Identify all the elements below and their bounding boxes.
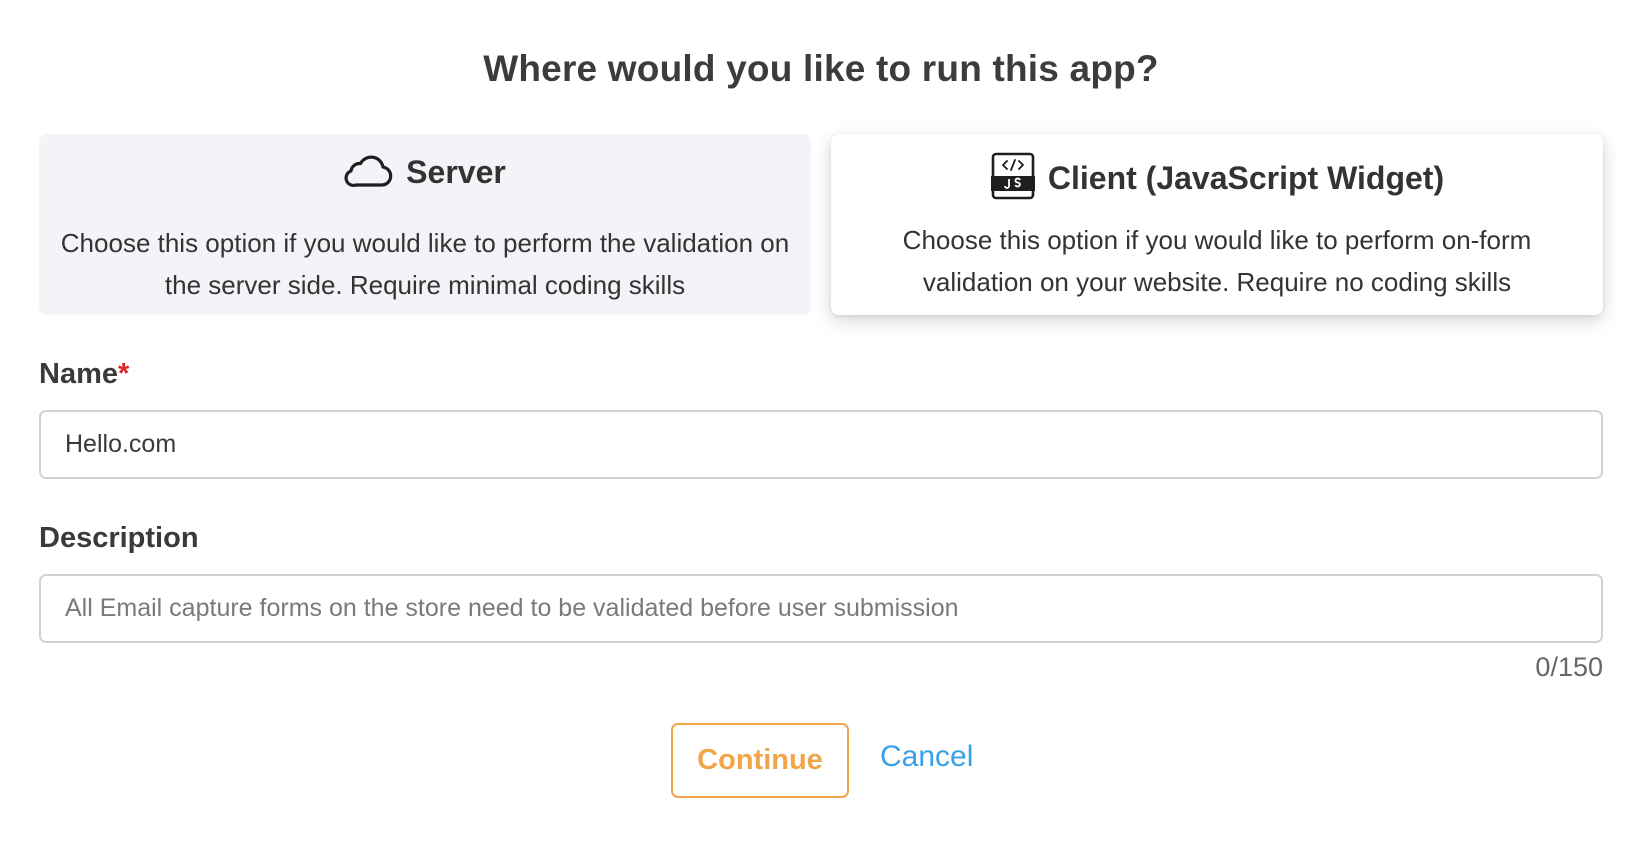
client-option-header: Client (JavaScript Widget): [831, 152, 1603, 205]
description-char-count: 0/150: [1535, 652, 1603, 682]
client-option-card[interactable]: Client (JavaScript Widget) Choose this o…: [831, 134, 1603, 315]
required-indicator: *: [118, 358, 130, 390]
server-option-title: Server: [406, 154, 506, 190]
name-input[interactable]: [39, 410, 1603, 479]
run-location-dialog: Where would you like to run this app? Se…: [0, 0, 1642, 850]
server-option-header: Server: [39, 150, 811, 195]
js-code-icon: [990, 152, 1036, 205]
server-option-card[interactable]: Server Choose this option if you would l…: [39, 134, 811, 315]
cancel-link[interactable]: Cancel: [880, 740, 973, 774]
name-label-text: Name: [39, 358, 118, 390]
description-input[interactable]: [39, 574, 1603, 643]
name-label: Name*: [39, 358, 129, 391]
dialog-title: Where would you like to run this app?: [483, 48, 1159, 89]
cloud-icon: [344, 150, 394, 195]
client-option-description: Choose this option if you would like to …: [902, 225, 1532, 297]
client-option-title: Client (JavaScript Widget): [1047, 160, 1445, 196]
continue-button[interactable]: Continue: [671, 723, 849, 798]
description-label: Description: [39, 522, 199, 554]
server-option-description: Choose this option if you would like to …: [60, 228, 790, 300]
